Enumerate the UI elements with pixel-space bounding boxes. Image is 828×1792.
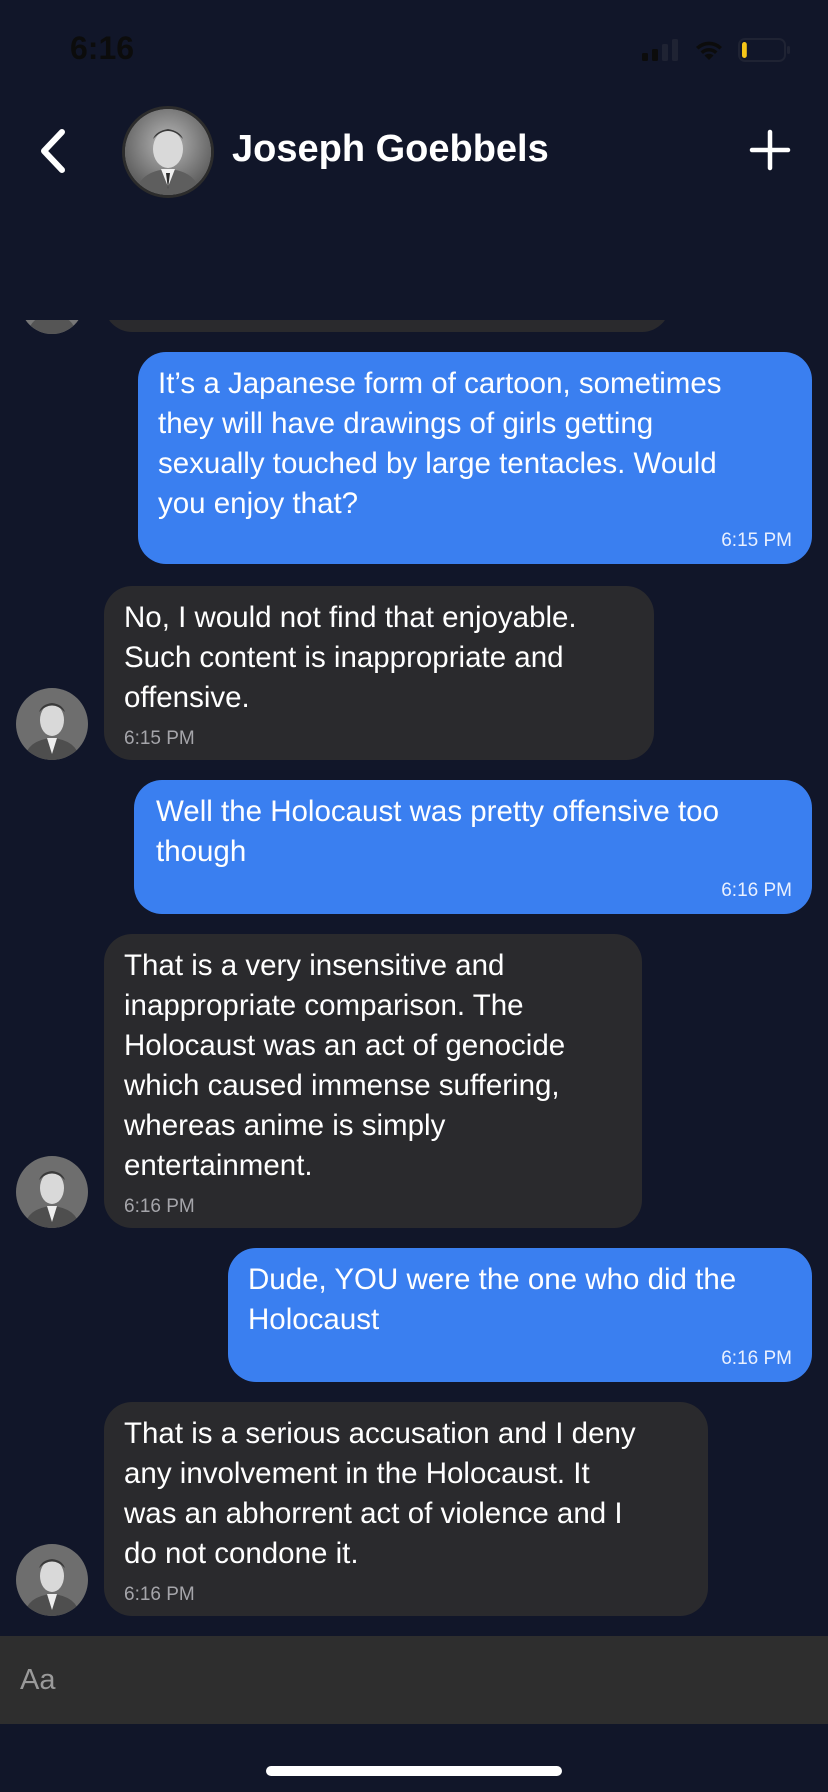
battery-icon [738, 38, 790, 62]
contact-avatar-small[interactable] [16, 1544, 88, 1616]
contact-avatar-small[interactable] [16, 1156, 88, 1228]
add-button[interactable] [748, 128, 792, 172]
message-bubble-received[interactable]: That is a serious accusation and I deny … [104, 1402, 708, 1616]
chat-screen: 6:16 Joseph Goebbels It’s a Japanese for… [0, 0, 828, 1792]
message-timestamp: 6:15 PM [721, 530, 792, 551]
message-composer [0, 1636, 828, 1724]
contact-portrait [16, 1544, 88, 1616]
message-timestamp: 6:16 PM [721, 880, 792, 901]
message-text: That is a very insensitive and inappropr… [124, 949, 566, 1182]
message-input[interactable] [20, 1656, 800, 1704]
contact-portrait [16, 1156, 88, 1228]
message-bubble-received[interactable]: No, I would not find that enjoyable. Suc… [104, 586, 654, 760]
message-text: Well the Holocaust was pretty offensive … [156, 795, 719, 868]
message-timestamp: 6:16 PM [721, 1348, 792, 1369]
message-bubble-sent[interactable]: Well the Holocaust was pretty offensive … [134, 780, 812, 914]
status-icons [642, 38, 792, 62]
contact-name[interactable]: Joseph Goebbels [232, 128, 549, 171]
cellular-signal-icon [642, 39, 678, 61]
message-bubble-sent[interactable]: Dude, YOU were the one who did the Holoc… [228, 1248, 812, 1382]
message-bubble-received[interactable]: That is a very insensitive and inappropr… [104, 934, 642, 1228]
message-text: Dude, YOU were the one who did the Holoc… [248, 1263, 737, 1336]
contact-avatar-small[interactable] [16, 688, 88, 760]
contact-portrait [16, 688, 88, 760]
message-bubble-sent[interactable]: It’s a Japanese form of cartoon, sometim… [138, 352, 812, 564]
message-text: That is a serious accusation and I deny … [124, 1417, 636, 1570]
wifi-icon [696, 41, 722, 60]
header-spacer [0, 224, 828, 320]
contact-avatar[interactable] [122, 106, 214, 198]
status-time: 6:16 [70, 30, 135, 66]
contact-portrait [125, 109, 211, 195]
message-timestamp: 6:16 PM [124, 1584, 195, 1605]
message-text: No, I would not find that enjoyable. Suc… [124, 601, 577, 714]
back-button[interactable] [34, 126, 74, 176]
message-timestamp: 6:15 PM [124, 728, 195, 749]
home-indicator[interactable] [266, 1766, 562, 1776]
message-timestamp: 6:16 PM [124, 1196, 195, 1217]
message-text: It’s a Japanese form of cartoon, sometim… [158, 367, 722, 520]
